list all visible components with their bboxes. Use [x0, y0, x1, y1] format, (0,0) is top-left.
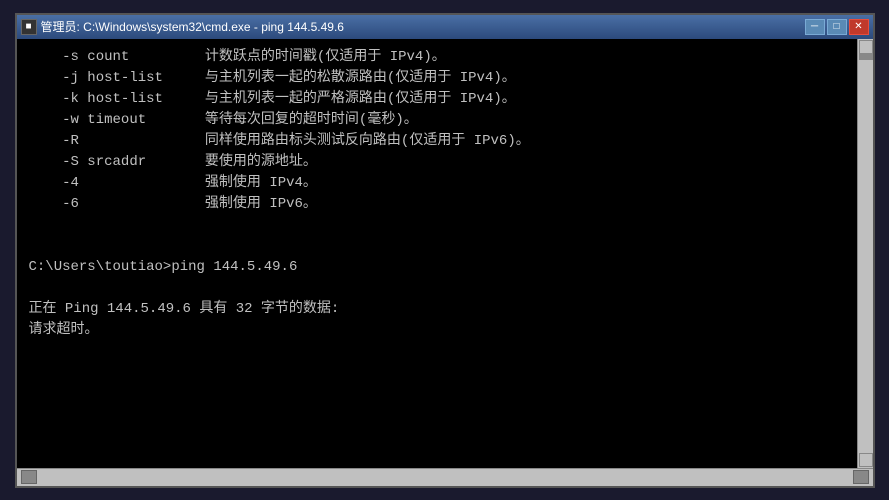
- horizontal-scroll-track[interactable]: [39, 470, 851, 484]
- console-area: -s count 计数跃点的时间戳(仅适用于 IPv4)。 -j host-li…: [17, 39, 873, 468]
- scroll-left-button[interactable]: [21, 470, 37, 484]
- console-line: [29, 236, 861, 257]
- console-output: -s count 计数跃点的时间戳(仅适用于 IPv4)。 -j host-li…: [29, 47, 861, 341]
- console-line: -S srcaddr 要使用的源地址。: [29, 152, 861, 173]
- console-line: -s count 计数跃点的时间戳(仅适用于 IPv4)。: [29, 47, 861, 68]
- console-line: 请求超时。: [29, 320, 861, 341]
- minimize-button[interactable]: ─: [805, 19, 825, 35]
- window-title: 管理员: C:\Windows\system32\cmd.exe - ping …: [41, 18, 344, 35]
- console-line: 正在 Ping 144.5.49.6 具有 32 字节的数据:: [29, 299, 861, 320]
- close-button[interactable]: ✕: [849, 19, 869, 35]
- console-line: -4 强制使用 IPv4。: [29, 173, 861, 194]
- console-line: [29, 278, 861, 299]
- scroll-right-button[interactable]: [853, 470, 869, 484]
- vertical-scrollbar[interactable]: ▲ ▼: [857, 39, 873, 468]
- scroll-up-button[interactable]: ▲: [859, 40, 873, 54]
- console-line: -j host-list 与主机列表一起的松散源路由(仅适用于 IPv4)。: [29, 68, 861, 89]
- window-icon: ■: [21, 19, 37, 35]
- console-line: -k host-list 与主机列表一起的严格源路由(仅适用于 IPv4)。: [29, 89, 861, 110]
- maximize-button[interactable]: □: [827, 19, 847, 35]
- title-bar-left: ■ 管理员: C:\Windows\system32\cmd.exe - pin…: [21, 18, 344, 35]
- console-line: [29, 215, 861, 236]
- console-line: -R 同样使用路由标头测试反向路由(仅适用于 IPv6)。: [29, 131, 861, 152]
- title-bar-buttons: ─ □ ✕: [805, 19, 869, 35]
- console-line: C:\Users\toutiao>ping 144.5.49.6: [29, 257, 861, 278]
- horizontal-scrollbar[interactable]: [17, 468, 873, 486]
- cmd-window: ■ 管理员: C:\Windows\system32\cmd.exe - pin…: [15, 13, 875, 488]
- console-line: -6 强制使用 IPv6。: [29, 194, 861, 215]
- console-line: -w timeout 等待每次回复的超时时间(毫秒)。: [29, 110, 861, 131]
- title-bar: ■ 管理员: C:\Windows\system32\cmd.exe - pin…: [17, 15, 873, 39]
- scroll-down-button[interactable]: ▼: [859, 453, 873, 467]
